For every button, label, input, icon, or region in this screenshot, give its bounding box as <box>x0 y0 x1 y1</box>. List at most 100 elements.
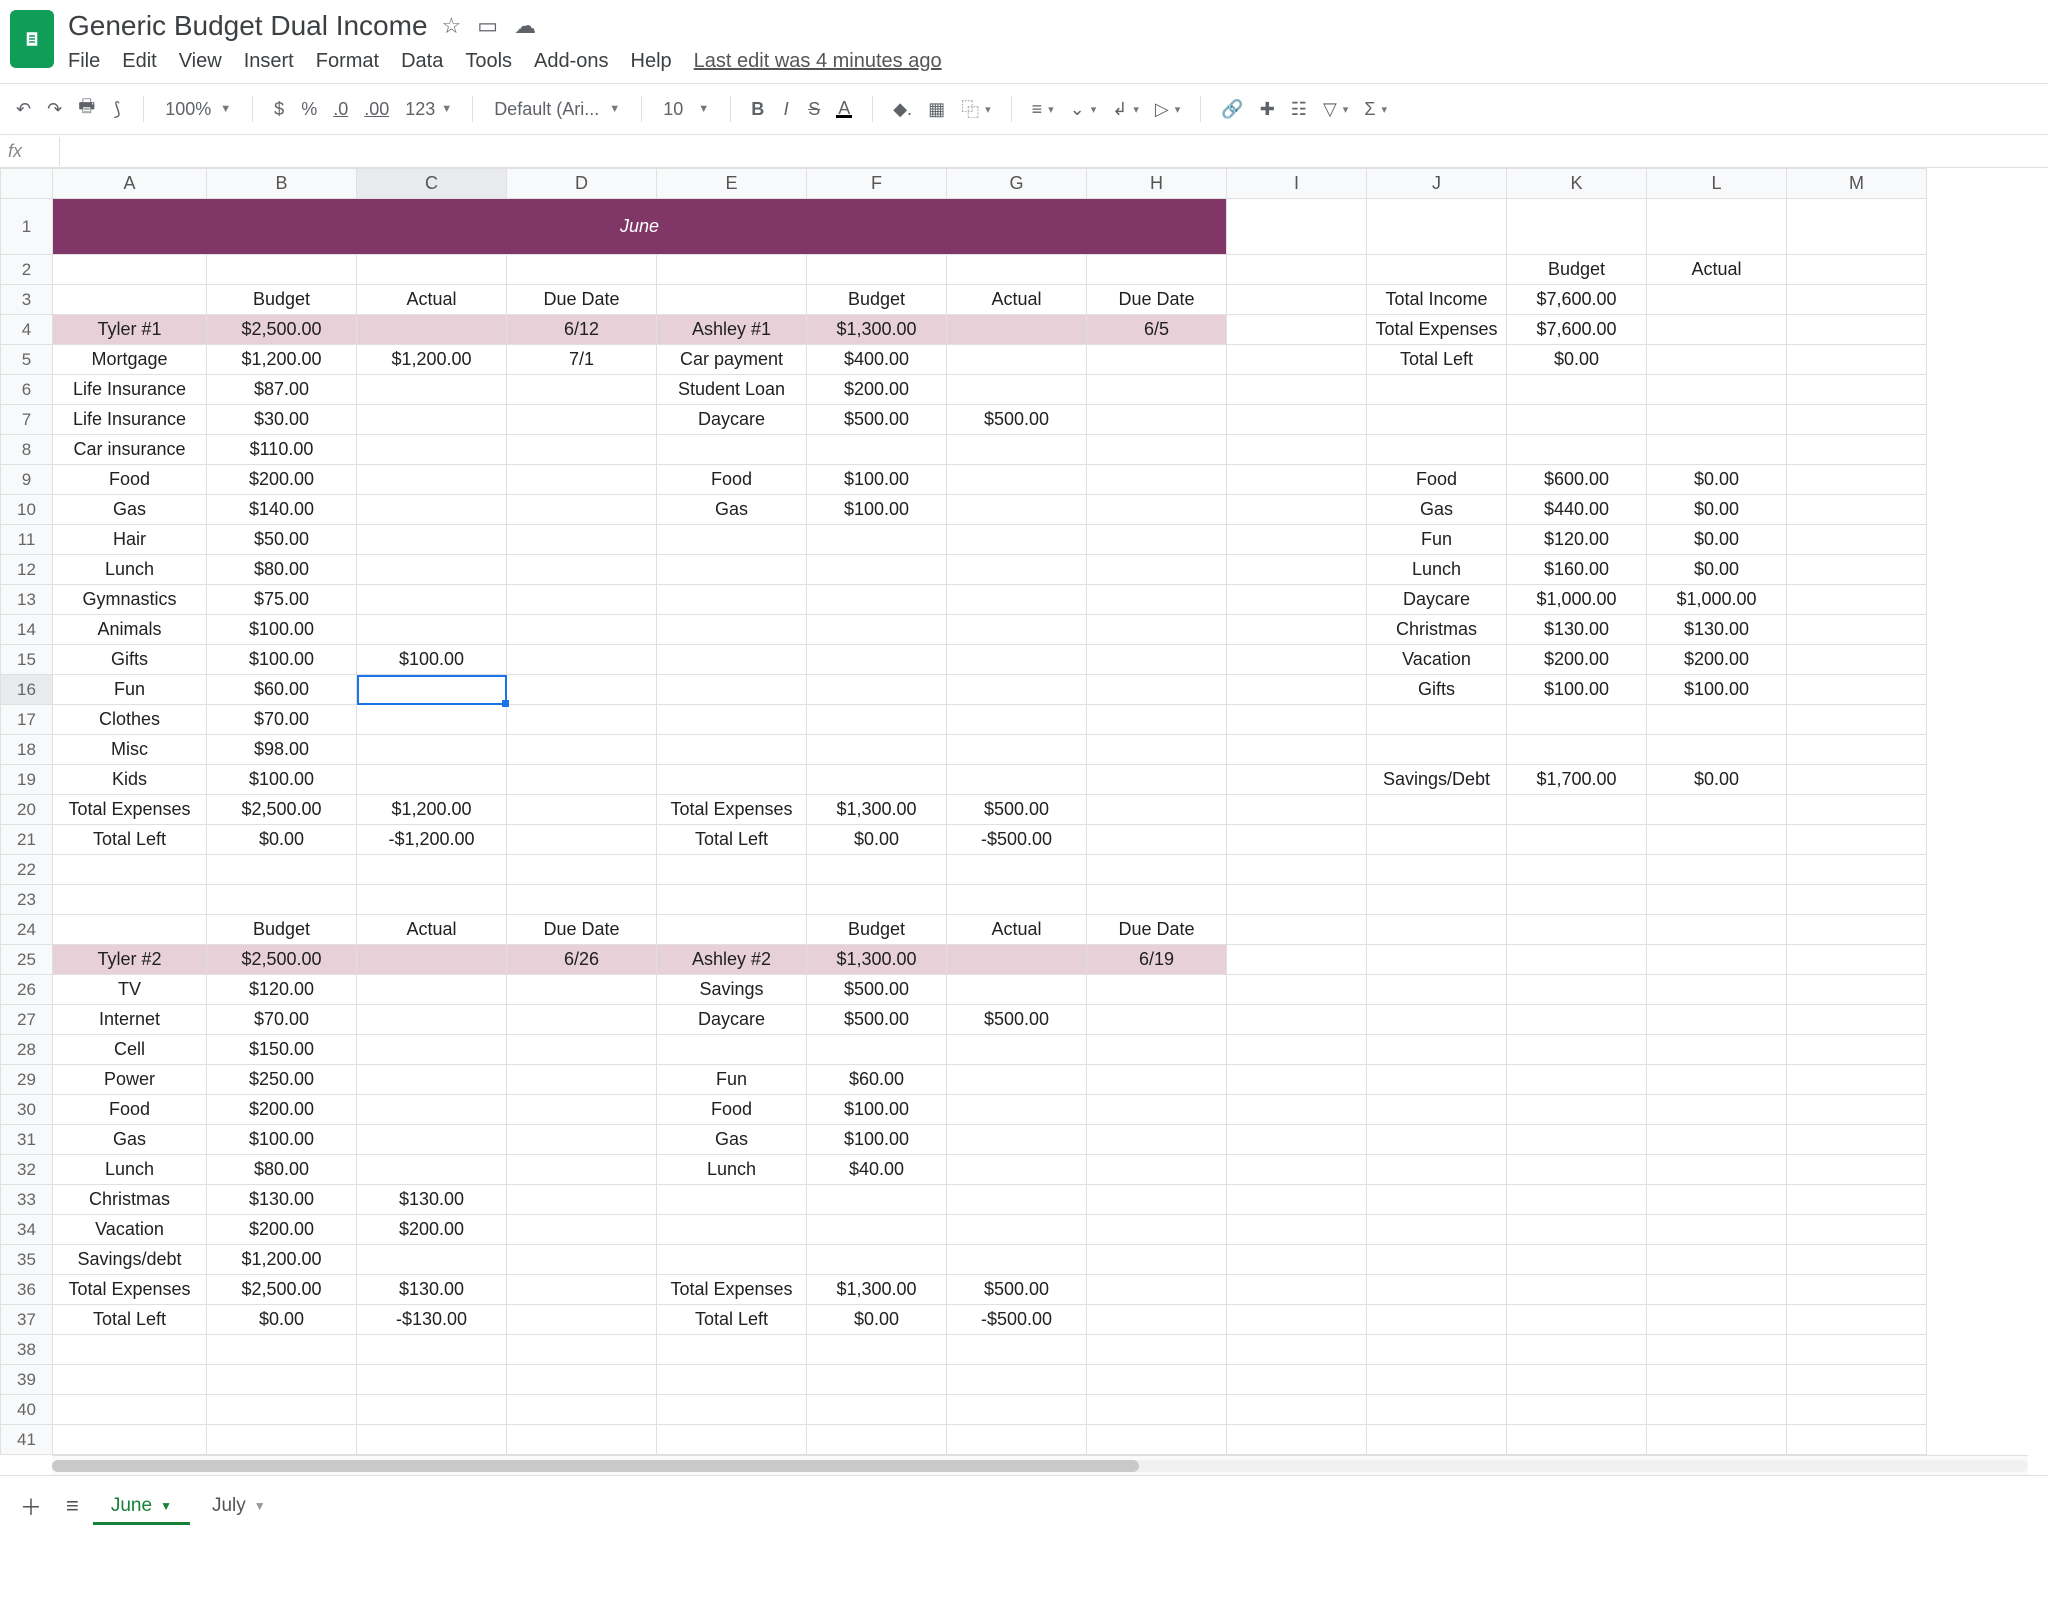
cell-A32[interactable]: Lunch <box>53 1155 207 1185</box>
cell-D17[interactable] <box>507 705 657 735</box>
star-icon[interactable]: ☆ <box>442 13 462 39</box>
formula-bar[interactable] <box>60 135 2048 167</box>
cell-B14[interactable]: $100.00 <box>207 615 357 645</box>
title-cell[interactable]: June <box>53 199 1227 255</box>
cell-C24[interactable]: Actual <box>357 915 507 945</box>
cell-B20[interactable]: $2,500.00 <box>207 795 357 825</box>
cell-A18[interactable]: Misc <box>53 735 207 765</box>
cell-K22[interactable] <box>1507 855 1647 885</box>
cell-D3[interactable]: Due Date <box>507 285 657 315</box>
cell-C36[interactable]: $130.00 <box>357 1275 507 1305</box>
cell-F35[interactable] <box>807 1245 947 1275</box>
cell-J25[interactable] <box>1367 945 1507 975</box>
cell-K4[interactable]: $7,600.00 <box>1507 315 1647 345</box>
cell-I33[interactable] <box>1227 1185 1367 1215</box>
cell-C5[interactable]: $1,200.00 <box>357 345 507 375</box>
row-header-41[interactable]: 41 <box>1 1425 53 1455</box>
cell-B11[interactable]: $50.00 <box>207 525 357 555</box>
cell-H12[interactable] <box>1087 555 1227 585</box>
cell-D7[interactable] <box>507 405 657 435</box>
cell-B35[interactable]: $1,200.00 <box>207 1245 357 1275</box>
cell-L36[interactable] <box>1647 1275 1787 1305</box>
cell-G5[interactable] <box>947 345 1087 375</box>
cell-H23[interactable] <box>1087 885 1227 915</box>
fontsize-select[interactable]: 10▼ <box>656 96 716 123</box>
cell-D20[interactable] <box>507 795 657 825</box>
cell-I25[interactable] <box>1227 945 1367 975</box>
cell-I22[interactable] <box>1227 855 1367 885</box>
cell-B29[interactable]: $250.00 <box>207 1065 357 1095</box>
cell-A39[interactable] <box>53 1365 207 1395</box>
cell-D39[interactable] <box>507 1365 657 1395</box>
row-header-23[interactable]: 23 <box>1 885 53 915</box>
cell-G23[interactable] <box>947 885 1087 915</box>
cell-D40[interactable] <box>507 1395 657 1425</box>
cell-H4[interactable]: 6/5 <box>1087 315 1227 345</box>
link-icon[interactable]: 🔗 <box>1215 95 1249 124</box>
cell-D27[interactable] <box>507 1005 657 1035</box>
cell-A11[interactable]: Hair <box>53 525 207 555</box>
cell-J30[interactable] <box>1367 1095 1507 1125</box>
row-header-16[interactable]: 16 <box>1 675 53 705</box>
cell-F19[interactable] <box>807 765 947 795</box>
cell-K30[interactable] <box>1507 1095 1647 1125</box>
cell-D12[interactable] <box>507 555 657 585</box>
cell-A4[interactable]: Tyler #1 <box>53 315 207 345</box>
strike-button[interactable]: S <box>802 95 826 124</box>
cell-D5[interactable]: 7/1 <box>507 345 657 375</box>
cell-I16[interactable] <box>1227 675 1367 705</box>
cell-E29[interactable]: Fun <box>657 1065 807 1095</box>
cell-D41[interactable] <box>507 1425 657 1455</box>
cell-H40[interactable] <box>1087 1395 1227 1425</box>
cell-M12[interactable] <box>1787 555 1927 585</box>
cell-G17[interactable] <box>947 705 1087 735</box>
cell-E4[interactable]: Ashley #1 <box>657 315 807 345</box>
cell-M10[interactable] <box>1787 495 1927 525</box>
cell-F36[interactable]: $1,300.00 <box>807 1275 947 1305</box>
cell-M29[interactable] <box>1787 1065 1927 1095</box>
menu-view[interactable]: View <box>179 50 222 73</box>
cell-E11[interactable] <box>657 525 807 555</box>
row-header-36[interactable]: 36 <box>1 1275 53 1305</box>
cell-C10[interactable] <box>357 495 507 525</box>
cell-G26[interactable] <box>947 975 1087 1005</box>
cell-J6[interactable] <box>1367 375 1507 405</box>
cell-K17[interactable] <box>1507 705 1647 735</box>
increase-decimal-button[interactable]: .00 <box>358 95 395 124</box>
undo-icon[interactable]: ↶ <box>10 95 37 124</box>
cell-K13[interactable]: $1,000.00 <box>1507 585 1647 615</box>
cell-J23[interactable] <box>1367 885 1507 915</box>
cell-C11[interactable] <box>357 525 507 555</box>
cell-G21[interactable]: -$500.00 <box>947 825 1087 855</box>
cell-E33[interactable] <box>657 1185 807 1215</box>
row-header-25[interactable]: 25 <box>1 945 53 975</box>
cell-H34[interactable] <box>1087 1215 1227 1245</box>
cell-L15[interactable]: $200.00 <box>1647 645 1787 675</box>
cell-J2[interactable] <box>1367 255 1507 285</box>
cell-E37[interactable]: Total Left <box>657 1305 807 1335</box>
cell-B30[interactable]: $200.00 <box>207 1095 357 1125</box>
cell-J11[interactable]: Fun <box>1367 525 1507 555</box>
cell-H31[interactable] <box>1087 1125 1227 1155</box>
cell-I10[interactable] <box>1227 495 1367 525</box>
cell-J7[interactable] <box>1367 405 1507 435</box>
zoom-select[interactable]: 100%▼ <box>158 96 238 123</box>
cell-I6[interactable] <box>1227 375 1367 405</box>
cell-J24[interactable] <box>1367 915 1507 945</box>
row-header-12[interactable]: 12 <box>1 555 53 585</box>
cell-K20[interactable] <box>1507 795 1647 825</box>
cell-H21[interactable] <box>1087 825 1227 855</box>
cell-D15[interactable] <box>507 645 657 675</box>
cell-M35[interactable] <box>1787 1245 1927 1275</box>
cell-F37[interactable]: $0.00 <box>807 1305 947 1335</box>
cell-F18[interactable] <box>807 735 947 765</box>
cell-M40[interactable] <box>1787 1395 1927 1425</box>
cell-K6[interactable] <box>1507 375 1647 405</box>
cell-E34[interactable] <box>657 1215 807 1245</box>
cell-F21[interactable]: $0.00 <box>807 825 947 855</box>
cell-K19[interactable]: $1,700.00 <box>1507 765 1647 795</box>
col-header-G[interactable]: G <box>947 169 1087 199</box>
cell-L8[interactable] <box>1647 435 1787 465</box>
cell-J9[interactable]: Food <box>1367 465 1507 495</box>
cell-G33[interactable] <box>947 1185 1087 1215</box>
